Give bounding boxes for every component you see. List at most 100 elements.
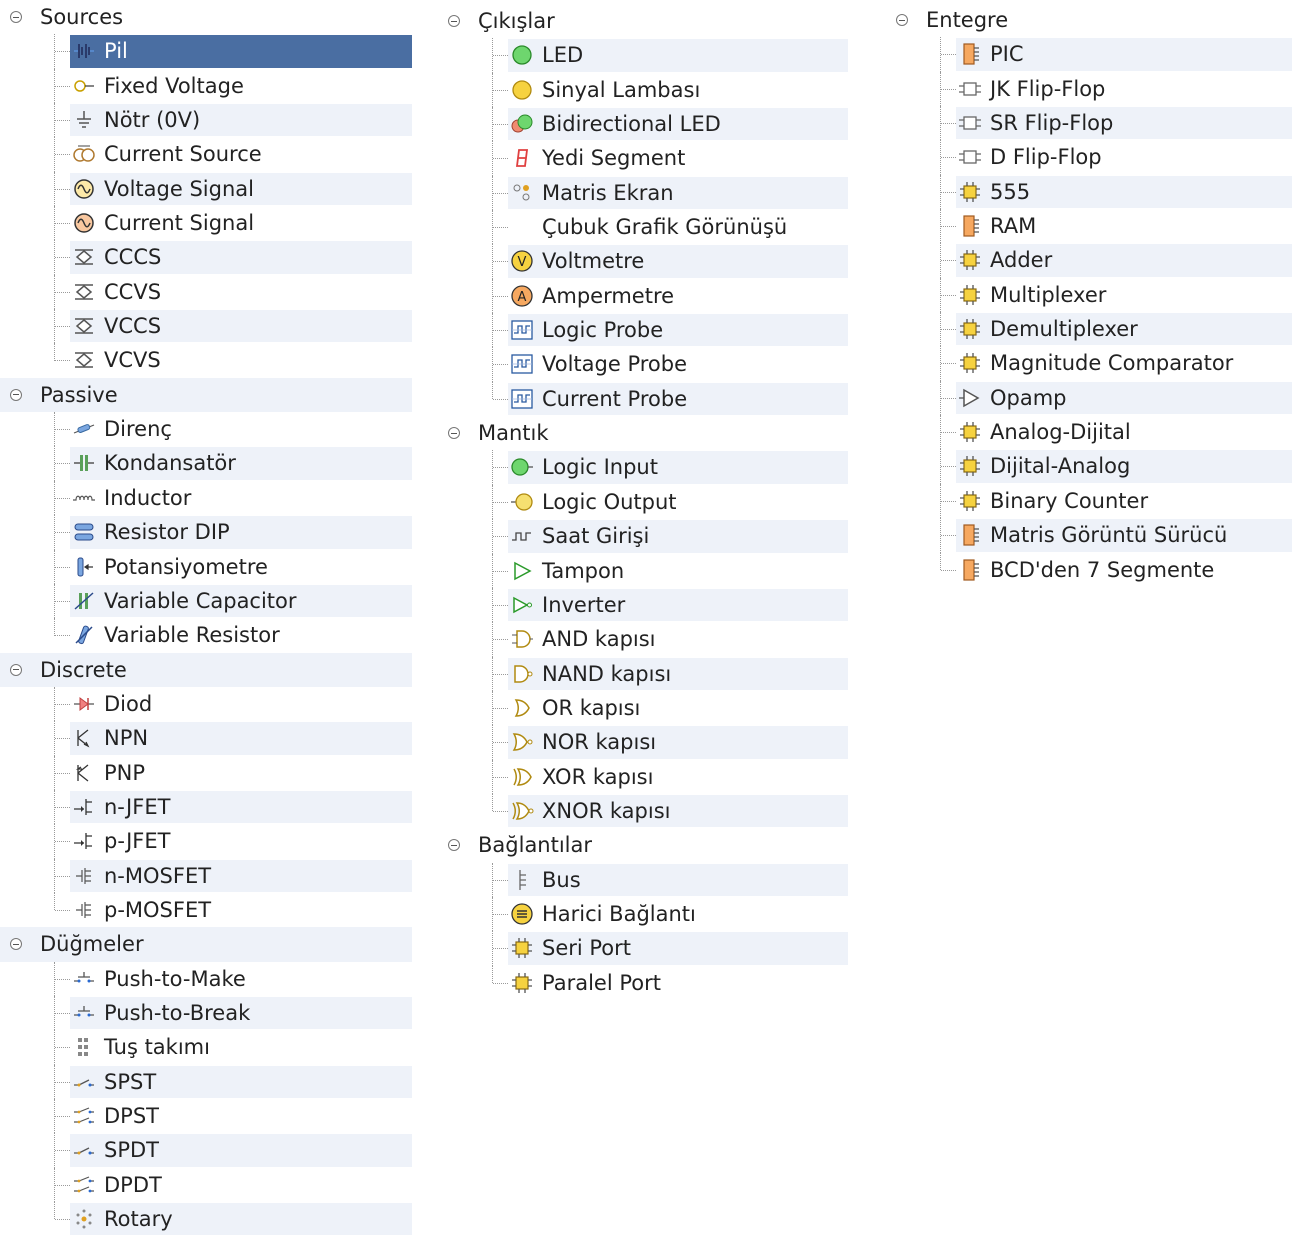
tree-guide-line xyxy=(493,673,508,675)
tree-item-kondansator[interactable]: Kondansatör xyxy=(0,446,412,481)
tree-item-dijital-analog[interactable]: Dijital-Analog xyxy=(886,449,1292,484)
tree-item-yedi-segment[interactable]: Yedi Segment xyxy=(438,141,848,176)
tree-item-dpdt[interactable]: DPDT xyxy=(0,1167,412,1203)
collapse-toggle-icon[interactable] xyxy=(10,663,22,676)
tree-item-vccs[interactable]: VCCS xyxy=(0,309,412,344)
tree-item-tampon[interactable]: Tampon xyxy=(438,553,848,588)
tree-item-p-jfet[interactable]: p-JFET xyxy=(0,824,412,859)
tree-item-notr-0v[interactable]: Nötr (0V) xyxy=(0,103,412,138)
tree-item-p-mosfet[interactable]: p-MOSFET xyxy=(0,892,412,927)
tree-item-rotary[interactable]: Rotary xyxy=(0,1202,412,1236)
tree-item-spdt[interactable]: SPDT xyxy=(0,1133,412,1168)
tree-item-npn[interactable]: NPN xyxy=(0,721,412,756)
tree-item-harici-baglanti[interactable]: Harici Bağlantı xyxy=(438,896,848,932)
tree-item-sr-flip-flop[interactable]: SR Flip-Flop xyxy=(886,106,1292,141)
tree-item-sinyal-lambasi[interactable]: Sinyal Lambası xyxy=(438,72,848,108)
tree-item-binary-counter[interactable]: Binary Counter xyxy=(886,483,1292,519)
collapse-toggle-icon[interactable] xyxy=(10,388,22,401)
tree-item-n-mosfet[interactable]: n-MOSFET xyxy=(0,858,412,893)
tree-item-n-jfet[interactable]: n-JFET xyxy=(0,789,412,825)
tree-item-logic-probe[interactable]: Logic Probe xyxy=(438,313,848,348)
tree-item-current-signal[interactable]: Current Signal xyxy=(0,206,412,241)
tree-item-paralel-port[interactable]: Paralel Port xyxy=(438,965,848,1000)
tree-item-pnp[interactable]: PNP xyxy=(0,755,412,790)
tree-guide-line xyxy=(55,85,70,87)
category-dugmeler[interactable]: Düğmeler xyxy=(0,927,412,962)
tree-item-saat-girisi[interactable]: Saat Girişi xyxy=(438,519,848,554)
tree-item-vcvs[interactable]: VCVS xyxy=(0,343,412,377)
tree-item-variable-resistor[interactable]: Variable Resistor xyxy=(0,618,412,652)
tree-item-bcd-den-7-segmente[interactable]: BCD'den 7 Segmente xyxy=(886,552,1292,587)
tree-item-led[interactable]: LED xyxy=(438,38,848,73)
tree-item-xor-kapisi[interactable]: XOR kapısı xyxy=(438,759,848,794)
tree-item-matris-goruntu-surucu[interactable]: Matris Görüntü Sürücü xyxy=(886,518,1292,553)
tree-item-xnor-kapisi[interactable]: XNOR kapısı xyxy=(438,793,848,828)
collapse-toggle-icon[interactable] xyxy=(448,15,460,27)
tree-item-logic-output[interactable]: Logic Output xyxy=(438,484,848,520)
tree-item-variable-capacitor[interactable]: Variable Capacitor xyxy=(0,583,412,619)
tree-item-cccs[interactable]: CCCS xyxy=(0,240,412,275)
tree-item-magnitude-comparator[interactable]: Magnitude Comparator xyxy=(886,346,1292,381)
category-passive[interactable]: Passive xyxy=(0,377,412,413)
tree-item-pic[interactable]: PIC xyxy=(886,37,1292,72)
tree-item-fixed-voltage[interactable]: Fixed Voltage xyxy=(0,68,412,104)
tree-item-label: Inductor xyxy=(104,485,192,510)
tree-item-adder[interactable]: Adder xyxy=(886,243,1292,278)
tree-item-nand-kapisi[interactable]: NAND kapısı xyxy=(438,656,848,691)
category-cikislar[interactable]: Çıkışlar xyxy=(438,4,848,38)
tree-item-nor-kapisi[interactable]: NOR kapısı xyxy=(438,725,848,760)
npn-transistor-icon xyxy=(72,726,96,750)
tree-item-voltmetre[interactable]: V Voltmetre xyxy=(438,244,848,279)
tree-item-demultiplexer[interactable]: Demultiplexer xyxy=(886,312,1292,347)
tree-item-555[interactable]: 555 xyxy=(886,174,1292,210)
category-discrete[interactable]: Discrete xyxy=(0,652,412,687)
tree-item-current-probe[interactable]: Current Probe xyxy=(438,381,848,416)
tree-item-d-flip-flop[interactable]: D Flip-Flop xyxy=(886,140,1292,175)
tree-item-ram[interactable]: RAM xyxy=(886,209,1292,244)
collapse-toggle-icon[interactable] xyxy=(10,11,22,23)
tree-item-dpst[interactable]: DPST xyxy=(0,1099,412,1134)
tree-item-pil[interactable]: Pil xyxy=(0,34,412,69)
tree-item-analog-dijital[interactable]: Analog-Dijital xyxy=(886,415,1292,450)
tree-item-voltage-signal[interactable]: Voltage Signal xyxy=(0,171,412,207)
tree-item-cubuk-grafik-gorunusu[interactable]: Çubuk Grafik Görünüşü xyxy=(438,210,848,245)
tree-item-resistor-dip[interactable]: Resistor DIP xyxy=(0,515,412,550)
tree-guide-line xyxy=(941,397,956,399)
tree-item-ampermetre[interactable]: A Ampermetre xyxy=(438,278,848,314)
tree-item-and-kapisi[interactable]: AND kapısı xyxy=(438,622,848,657)
tree-item-voltage-probe[interactable]: Voltage Probe xyxy=(438,347,848,382)
tree-item-potansiyometre[interactable]: Potansiyometre xyxy=(0,549,412,584)
tree-item-ccvs[interactable]: CCVS xyxy=(0,274,412,310)
tree-item-push-to-make[interactable]: Push-to-Make xyxy=(0,961,412,996)
tree-item-push-to-break[interactable]: Push-to-Break xyxy=(0,995,412,1031)
tree-guide-line xyxy=(493,89,508,91)
tree-item-tus-takimi[interactable]: Tuş takımı xyxy=(0,1030,412,1065)
tree-item-inductor[interactable]: Inductor xyxy=(0,480,412,516)
tree-item-multiplexer[interactable]: Multiplexer xyxy=(886,277,1292,313)
tree-item-inverter[interactable]: Inverter xyxy=(438,587,848,623)
tree-item-spst[interactable]: SPST xyxy=(0,1064,412,1099)
collapse-toggle-icon[interactable] xyxy=(448,839,460,852)
collapse-toggle-icon[interactable] xyxy=(896,14,908,26)
tree-item-direnc[interactable]: Direnç xyxy=(0,412,412,447)
tree-item-opamp[interactable]: Opamp xyxy=(886,380,1292,416)
tree-guide-line xyxy=(493,982,508,984)
tree-guide-line xyxy=(55,1150,70,1152)
tree-item-matris-ekran[interactable]: Matris Ekran xyxy=(438,175,848,211)
category-baglantilar[interactable]: Bağlantılar xyxy=(438,828,848,862)
tree-item-label: PIC xyxy=(990,42,1024,67)
tree-item-seri-port[interactable]: Seri Port xyxy=(438,931,848,966)
tree-item-bidirectional-led[interactable]: Bidirectional LED xyxy=(438,107,848,142)
collapse-toggle-icon[interactable] xyxy=(10,938,22,951)
tree-item-or-kapisi[interactable]: OR kapısı xyxy=(438,690,848,726)
tree-item-bus[interactable]: Bus xyxy=(438,862,848,897)
chip-icon xyxy=(958,420,982,444)
tree-item-diod[interactable]: Diod xyxy=(0,686,412,722)
tree-item-jk-flip-flop[interactable]: JK Flip-Flop xyxy=(886,71,1292,107)
collapse-toggle-icon[interactable] xyxy=(448,427,460,440)
category-entegre[interactable]: Entegre xyxy=(886,3,1292,37)
category-sources[interactable]: Sources xyxy=(0,0,412,34)
tree-item-current-source[interactable]: Current Source xyxy=(0,137,412,172)
tree-item-logic-input[interactable]: Logic Input xyxy=(438,450,848,485)
category-mantik[interactable]: Mantık xyxy=(438,416,848,450)
